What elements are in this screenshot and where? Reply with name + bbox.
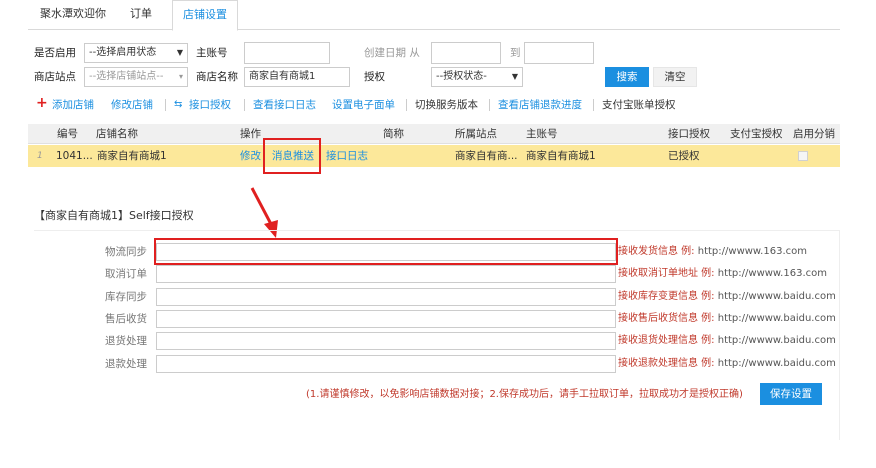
site-select-value: --选择店铺站点-- [89,71,164,82]
aftersale-receipt-input[interactable] [156,310,616,328]
field-label: 退货处理 [105,335,147,347]
return-processing-input[interactable] [156,332,616,350]
row-site: 商家自有商... [455,150,518,162]
col-short-name[interactable]: 简称 [383,124,404,144]
section-title: 【商家自有商城1】Self接口授权 [34,209,194,222]
created-from-input[interactable] [431,42,501,64]
field-hint: 接收取消订单地址 例: http://wwww.163.com [618,268,827,279]
enable-select[interactable]: --选择启用状态 ▼ [84,43,188,63]
row-main-account: 商家自有商城1 [526,150,596,162]
col-main-account[interactable]: 主账号 [526,124,558,144]
field-hint: 接收退货处理信息 例: http://wwww.baidu.com [618,335,836,346]
col-distribution[interactable]: 启用分销 [793,124,835,144]
field-label: 售后收货 [105,313,147,325]
plus-icon: + [36,95,48,111]
toolbar-divider [489,99,490,111]
auth-select-value: --授权状态- [436,71,487,82]
shop-name-input[interactable]: 商家自有商城1 [244,67,350,87]
field-hint: 接收退款处理信息 例: http://wwww.baidu.com [618,358,836,369]
chevron-down-icon: ▾ [178,72,183,81]
col-alipay-auth[interactable]: 支付宝授权 [730,124,783,144]
authorize-link[interactable]: 接口授权 [189,96,231,114]
highlight-box [263,138,321,174]
col-id[interactable]: 编号 [57,124,78,144]
created-to-input[interactable] [524,42,594,64]
row-index: 1 [37,151,43,161]
main-account-input[interactable] [244,42,330,64]
clear-button[interactable]: 清空 [653,67,697,87]
toolbar-divider [165,99,166,111]
refund-progress-link[interactable]: 查看店铺退款进度 [498,96,582,114]
shop-name-label: 商店名称 [196,71,238,83]
site-label: 商店站点 [34,71,76,83]
add-shop-link[interactable]: 添加店铺 [52,96,94,114]
main-account-label: 主账号 [196,47,228,59]
save-settings-button[interactable]: 保存设置 [760,383,822,405]
field-hint: 接收售后收货信息 例: http://wwww.baidu.com [618,313,836,324]
toolbar-divider [244,99,245,111]
e-waybill-link[interactable]: 设置电子面单 [332,96,395,114]
edit-link[interactable]: 修改 [240,145,261,167]
chevron-down-icon: ▼ [511,72,518,81]
interface-log-link[interactable]: 接口日志 [326,145,368,167]
field-label: 库存同步 [105,291,147,303]
col-auth[interactable]: 接口授权 [668,124,710,144]
row-auth-status: 已授权 [668,150,700,162]
table-header [28,124,840,144]
site-select[interactable]: --选择店铺站点-- ▾ [84,67,188,87]
created-to-label: 到 [510,47,521,59]
field-label: 物流同步 [105,246,147,258]
distribution-checkbox[interactable] [798,151,808,161]
cancel-order-input[interactable] [156,265,616,283]
alipay-auth-link[interactable]: 支付宝账单授权 [602,96,676,114]
created-date-label: 创建日期 从 [364,47,420,59]
inventory-sync-input[interactable] [156,288,616,306]
row-shop-name: 商家自有商城1 [97,150,167,162]
refund-processing-input[interactable] [156,355,616,373]
auth-select[interactable]: --授权状态- ▼ [431,67,523,87]
field-label: 取消订单 [105,268,147,280]
tab-orders[interactable]: 订单 [120,0,162,30]
col-shop-name[interactable]: 店铺名称 [96,124,138,144]
col-operation[interactable]: 操作 [240,124,261,144]
auth-label: 授权 [364,71,385,83]
search-button[interactable]: 搜索 [605,67,649,87]
enable-label: 是否启用 [34,47,76,59]
col-site[interactable]: 所属站点 [455,124,497,144]
row-id: 1041... [56,150,93,162]
edit-shop-link[interactable]: 修改店铺 [111,96,153,114]
tab-welcome[interactable]: 聚水潭欢迎你 [30,0,116,30]
tab-shop-settings[interactable]: 店铺设置 [172,0,238,31]
highlight-box [154,238,618,265]
enable-select-value: --选择启用状态 [89,47,157,58]
field-hint: 接收库存变更信息 例: http://wwww.baidu.com [618,291,836,302]
view-log-link[interactable]: 查看接口日志 [253,96,316,114]
swap-icon: ⇆ [174,99,183,110]
field-label: 退款处理 [105,358,147,370]
chevron-down-icon: ▼ [176,48,183,57]
toolbar-divider [406,99,407,111]
switch-version-link[interactable]: 切换服务版本 [415,96,478,114]
toolbar-divider [593,99,594,111]
warning-note: (1.请谨慎修改，以免影响店铺数据对接；2.保存成功后，请手工拉取订单，拉取成功… [306,389,743,400]
field-hint: 接收发货信息 例: http://wwww.163.com [618,246,807,257]
